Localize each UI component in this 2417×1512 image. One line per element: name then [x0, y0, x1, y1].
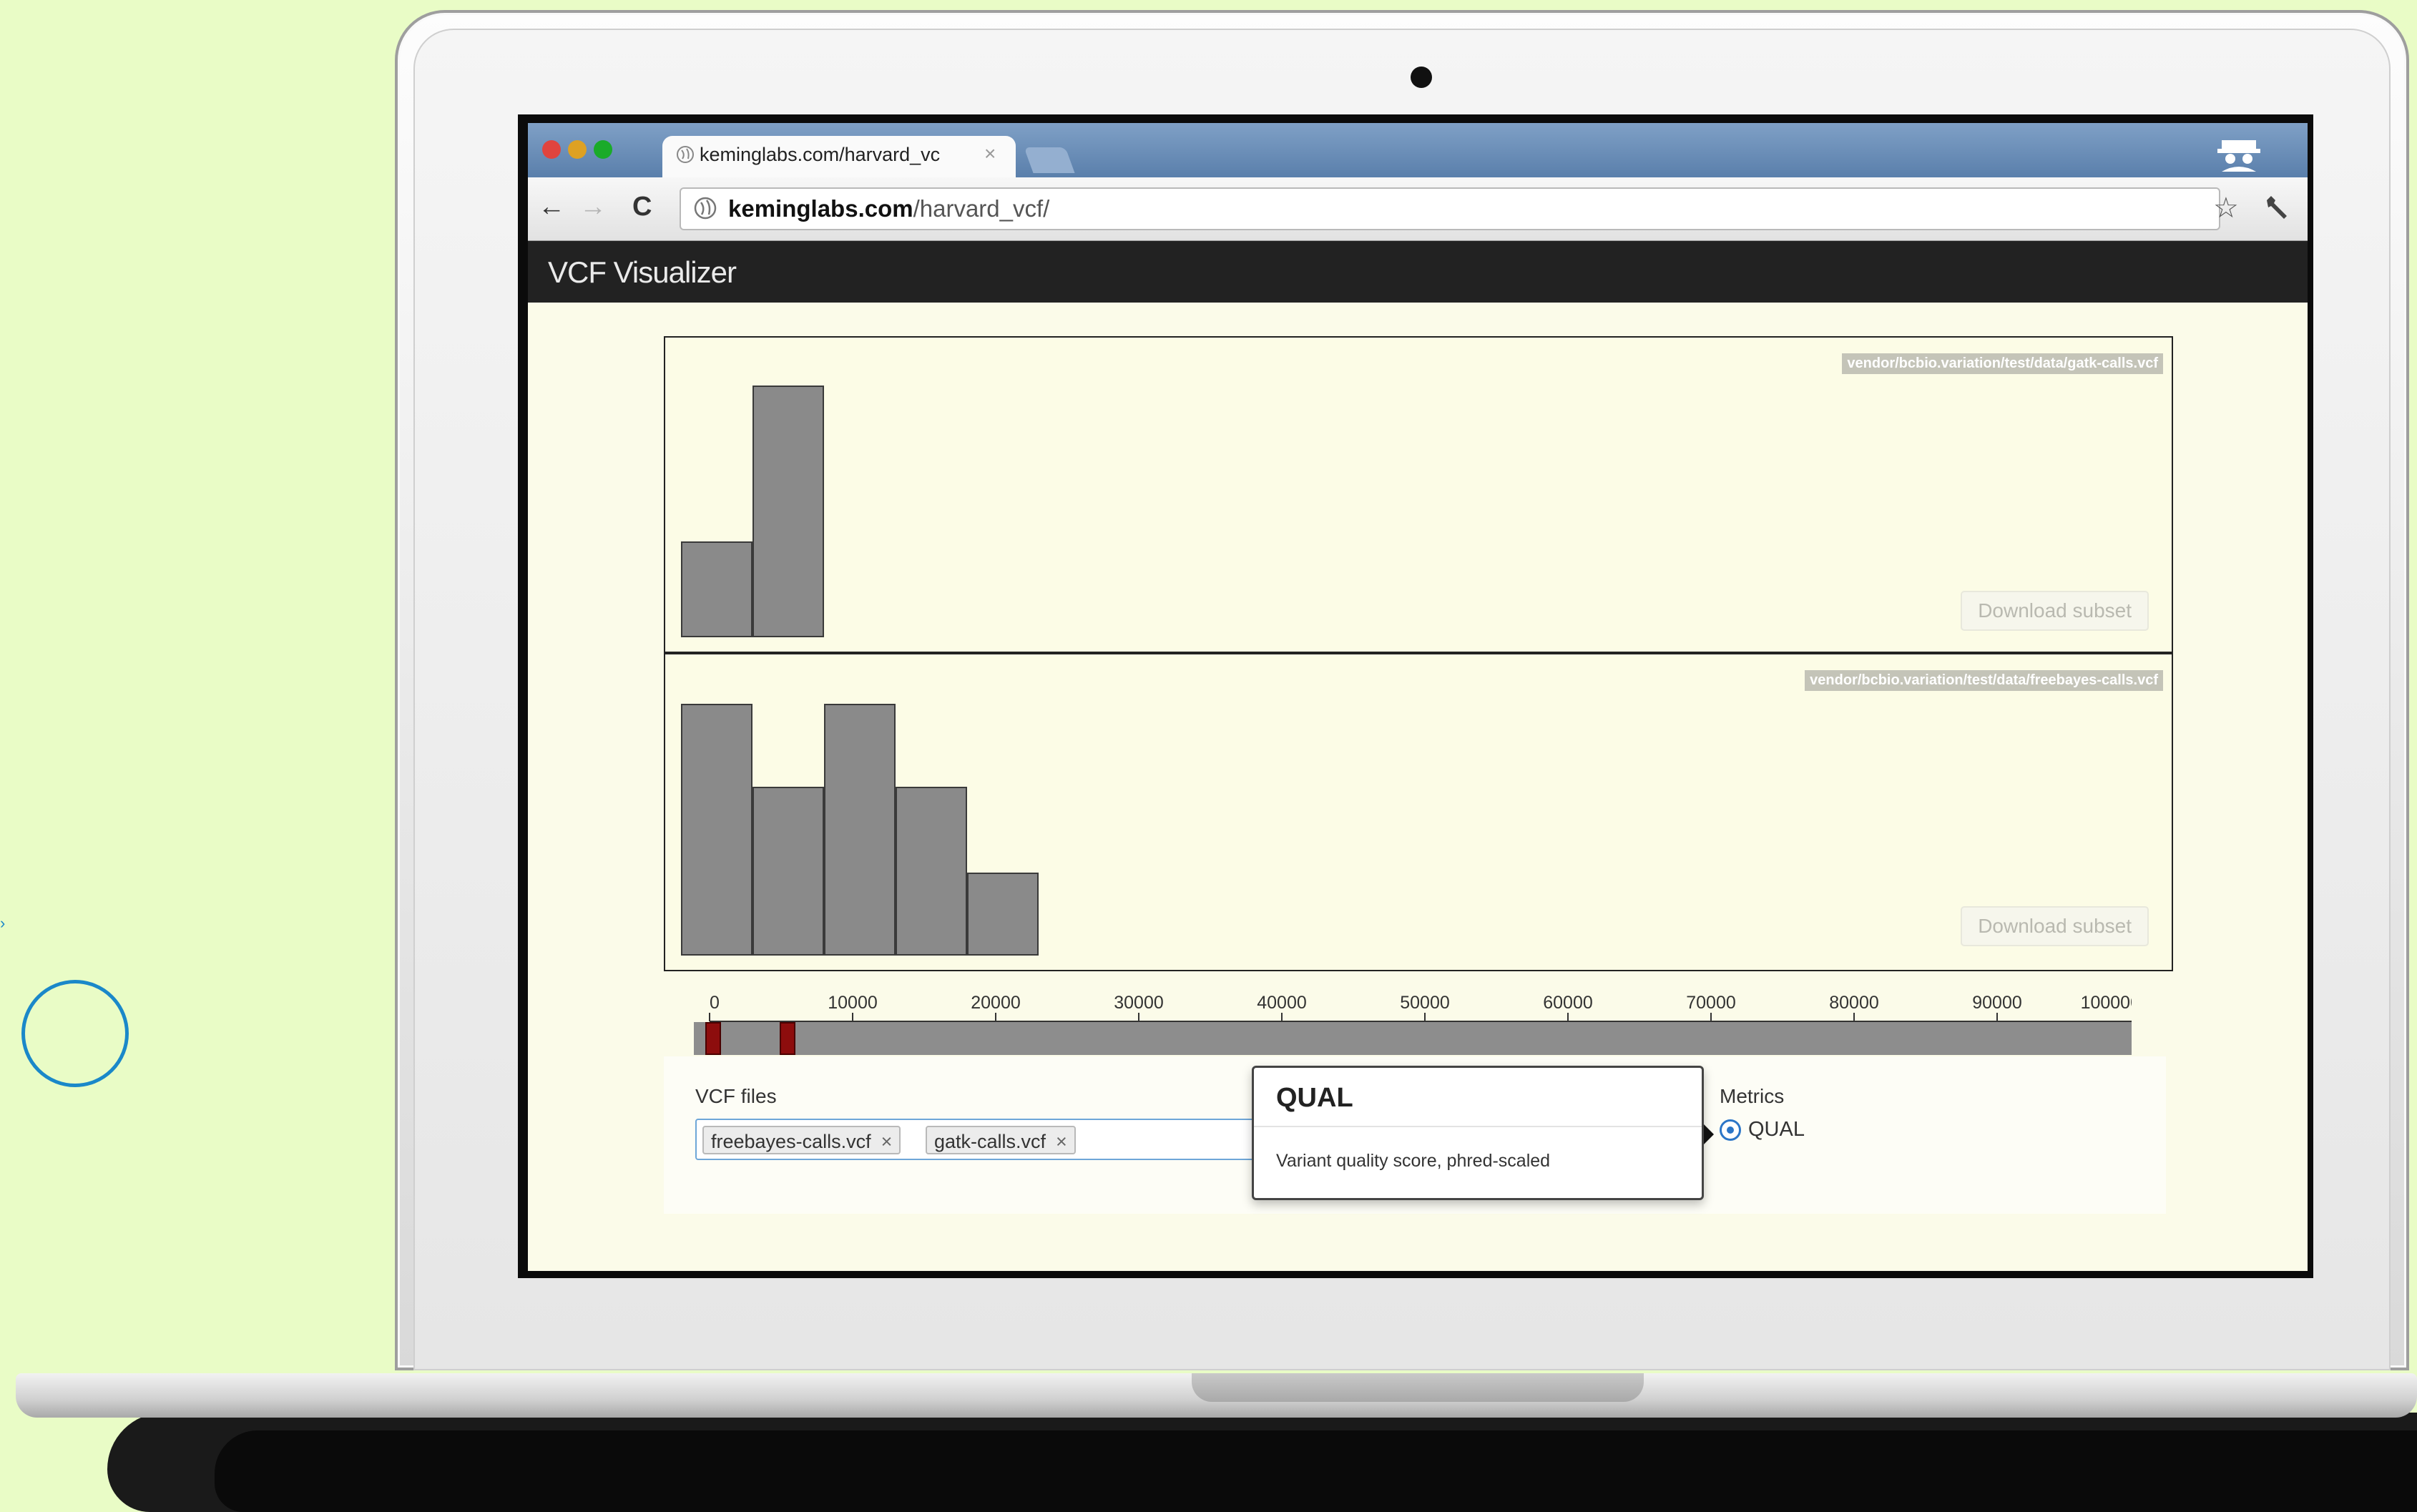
url-host: keminglabs.com: [728, 195, 913, 222]
close-icon[interactable]: ×: [984, 142, 996, 165]
decorative-circle: [21, 980, 129, 1087]
vcf-chip-gatk[interactable]: gatk-calls.vcf ×: [926, 1126, 1076, 1154]
histogram-bar: [752, 787, 824, 956]
popover-description: Variant quality score, phred-scaled: [1276, 1151, 1551, 1171]
back-icon[interactable]: ←: [538, 192, 565, 222]
wrench-icon[interactable]: [2262, 193, 2291, 222]
chevron-right-icon: ›: [0, 914, 6, 932]
histogram-bar: [967, 872, 1039, 956]
axis-tick-label: 20000: [971, 993, 1021, 1013]
tab-title: keminglabs.com/harvard_vc: [700, 144, 941, 165]
app-navbar: [528, 241, 2308, 303]
popover-divider: [1254, 1126, 1702, 1127]
close-window-button[interactable]: [542, 140, 561, 159]
popover-title: QUAL: [1276, 1083, 1353, 1113]
chip-label: gatk-calls.vcf: [934, 1131, 1046, 1152]
globe-icon: [694, 197, 717, 220]
histogram-bar: [896, 787, 967, 956]
x-axis: 0 10000 20000 30000 40000 50000 60000 70000 8000…: [709, 993, 2132, 1022]
histogram-bar: [681, 704, 752, 956]
webcam: [1411, 67, 1432, 88]
remove-icon[interactable]: ×: [1056, 1131, 1067, 1152]
url-path: /harvard_vcf/: [913, 195, 1050, 222]
qual-radio-label[interactable]: QUAL: [1748, 1118, 1805, 1142]
axis-tick-label: 0: [710, 993, 720, 1013]
metrics-label: Metrics: [1720, 1085, 1785, 1107]
histogram-bar: [824, 704, 896, 956]
forward-icon[interactable]: →: [579, 192, 607, 222]
vcf-chip-freebayes[interactable]: freebayes-calls.vcf ×: [702, 1126, 901, 1154]
brush-marker[interactable]: [780, 1022, 795, 1055]
chip-label: freebayes-calls.vcf: [711, 1131, 871, 1152]
axis-tick-label: 60000: [1543, 993, 1593, 1013]
histogram-bar: [681, 541, 752, 637]
app-title[interactable]: VCF Visualizer: [548, 255, 737, 290]
globe-icon: [677, 146, 694, 163]
axis-tick-label: 30000: [1114, 993, 1164, 1013]
popover-arrow: [1704, 1124, 1714, 1144]
histogram-bar: [752, 386, 824, 637]
remove-icon[interactable]: ×: [881, 1131, 893, 1152]
laptop-notch: [1192, 1373, 1644, 1402]
histogram-freebayes: [665, 654, 2172, 971]
histogram-panel-gatk: vendor/bcbio.variation/test/data/gatk-ca…: [664, 336, 2173, 653]
reload-icon[interactable]: C: [632, 192, 652, 222]
axis-tick-label: 40000: [1257, 993, 1307, 1013]
incognito-icon: [2217, 140, 2260, 172]
star-icon[interactable]: ☆: [2213, 192, 2239, 225]
url-text: keminglabs.com/harvard_vcf/: [728, 195, 1049, 222]
vcf-files-label: VCF files: [695, 1085, 777, 1107]
axis-tick-label: 90000: [1972, 993, 2022, 1013]
histogram-panel-freebayes: vendor/bcbio.variation/test/data/freebay…: [664, 653, 2173, 971]
minimize-window-button[interactable]: [568, 140, 587, 159]
zoom-window-button[interactable]: [594, 140, 612, 159]
axis-tick-label: 80000: [1829, 993, 1879, 1013]
histogram-gatk: [665, 338, 2172, 653]
browser-window: keminglabs.com/harvard_vc × ← → C keming…: [528, 123, 2308, 1271]
range-brush[interactable]: [694, 1022, 2132, 1055]
laptop-shadow-inner: [215, 1430, 2417, 1512]
axis-tick-label: 70000: [1686, 993, 1736, 1013]
brush-marker[interactable]: [705, 1022, 721, 1055]
radio-selected-dot: [1727, 1126, 1734, 1134]
axis-tick-label: 50000: [1400, 993, 1450, 1013]
axis-tick-label: 10000: [828, 993, 878, 1013]
axis-tick-label: 100000: [2081, 993, 2132, 1013]
